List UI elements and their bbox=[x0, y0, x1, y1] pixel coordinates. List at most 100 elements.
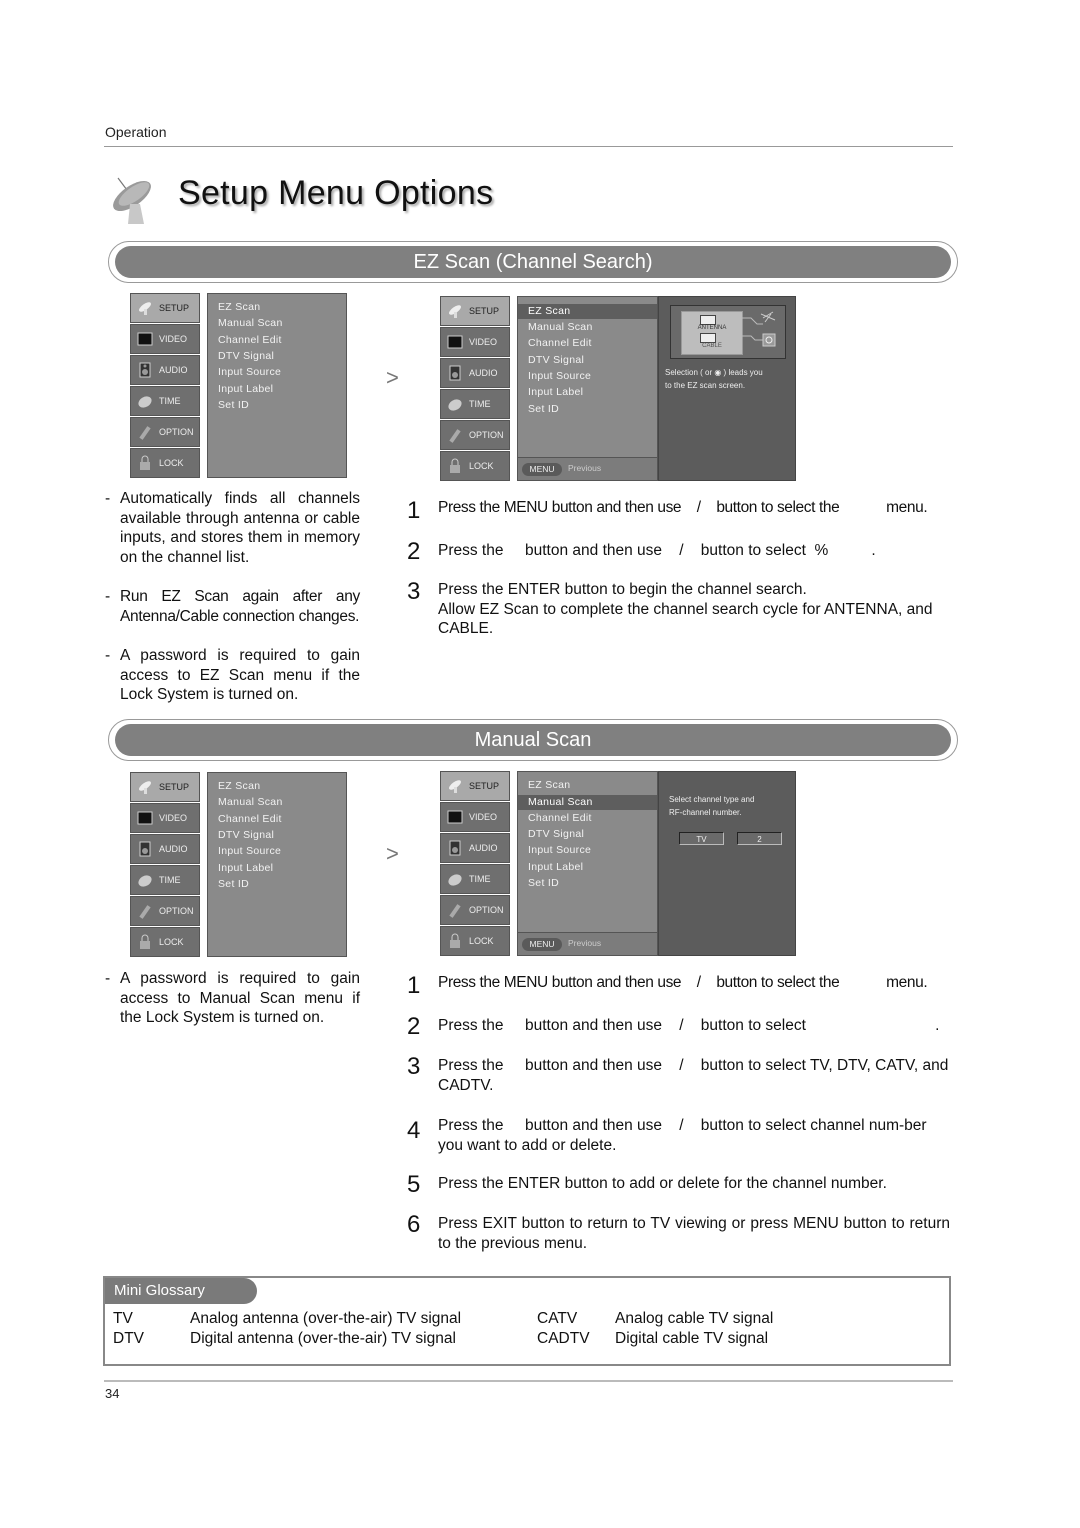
ez-note-1: - Automatically finds all channels availa… bbox=[105, 490, 360, 566]
menu-item-input-label[interactable]: Input Label bbox=[528, 861, 583, 873]
sidebar-item-time[interactable]: TIME bbox=[440, 389, 510, 419]
manual-step-text: Press EXIT button to return to TV viewin… bbox=[438, 1215, 950, 1252]
menu-item-set-id[interactable]: Set ID bbox=[218, 399, 249, 411]
tv-icon bbox=[447, 810, 463, 824]
sidebar-item-audio[interactable]: AUDIO bbox=[440, 358, 510, 388]
satellite-dish-icon bbox=[113, 177, 151, 224]
menu-item-channel-edit[interactable]: Channel Edit bbox=[528, 337, 592, 349]
sidebar-item-option[interactable]: OPTION bbox=[130, 896, 200, 926]
menu-item-input-label[interactable]: Input Label bbox=[218, 862, 273, 874]
channel-number-field[interactable]: 2 bbox=[737, 832, 782, 845]
glossary-definition: Analog cable TV signal bbox=[615, 1310, 774, 1327]
menu-item-dtv-signal[interactable]: DTV Signal bbox=[218, 829, 274, 841]
menu-item-channel-edit[interactable]: Channel Edit bbox=[528, 812, 592, 824]
sidebar-item-time[interactable]: TIME bbox=[130, 865, 200, 895]
ez-left-setup-menu: EZ Scan Manual Scan Channel Edit DTV Sig… bbox=[207, 293, 347, 478]
sidebar-item-lock[interactable]: LOCK bbox=[130, 927, 200, 957]
sidebar-item-audio[interactable]: AUDIO bbox=[130, 355, 200, 385]
dish-icon bbox=[449, 305, 461, 318]
mini-glossary: Mini Glossary TV Analog antenna (over-th… bbox=[103, 1276, 951, 1366]
menu-item-channel-edit[interactable]: Channel Edit bbox=[218, 813, 282, 825]
menu-item-input-source[interactable]: Input Source bbox=[528, 844, 591, 856]
menu-item-ez-scan[interactable]: EZ Scan bbox=[528, 779, 570, 791]
glossary-definition: Analog antenna (over-the-air) TV signal bbox=[190, 1310, 462, 1327]
sidebar-item-lock[interactable]: LOCK bbox=[440, 926, 510, 956]
sidebar-item-setup[interactable]: SETUP bbox=[130, 293, 200, 323]
next-arrow-icon: > bbox=[386, 841, 399, 866]
menu-item-input-label[interactable]: Input Label bbox=[218, 383, 273, 395]
menu-item-dtv-signal[interactable]: DTV Signal bbox=[528, 354, 584, 366]
sidebar-item-video[interactable]: VIDEO bbox=[440, 327, 510, 357]
menu-item-input-label[interactable]: Input Label bbox=[528, 386, 583, 398]
sidebar-item-audio[interactable]: AUDIO bbox=[440, 833, 510, 863]
dish-icon bbox=[449, 780, 461, 793]
sidebar-item-setup[interactable]: SETUP bbox=[130, 772, 200, 802]
glossary-term: TV bbox=[113, 1310, 133, 1327]
clock-icon bbox=[138, 396, 152, 408]
menu-item-set-id[interactable]: Set ID bbox=[528, 403, 559, 415]
menu-item-ez-scan[interactable]: EZ Scan bbox=[218, 301, 260, 313]
manual-step-number: 5 bbox=[407, 1171, 421, 1198]
clock-icon bbox=[448, 399, 462, 411]
ez-scan-banner: EZ Scan (Channel Search) bbox=[108, 241, 958, 283]
sidebar-item-video[interactable]: VIDEO bbox=[440, 802, 510, 832]
menu-item-input-source[interactable]: Input Source bbox=[528, 370, 591, 382]
previous-label: Previous bbox=[568, 938, 602, 948]
ez-scan-heading: EZ Scan (Channel Search) bbox=[115, 246, 951, 278]
ez-info-line-2: to the EZ scan screen. bbox=[665, 381, 746, 390]
tv-icon bbox=[137, 332, 153, 346]
sidebar-item-lock[interactable]: LOCK bbox=[130, 448, 200, 478]
menu-item-manual-scan-selected[interactable]: Manual Scan bbox=[518, 795, 657, 810]
clock-icon bbox=[448, 874, 462, 886]
sidebar-item-setup[interactable]: SETUP bbox=[440, 296, 510, 326]
manual-scan-heading: Manual Scan bbox=[115, 724, 951, 756]
menu-item-ez-scan-selected[interactable]: EZ Scan bbox=[518, 304, 657, 319]
tv-icon bbox=[137, 811, 153, 825]
menu-item-set-id[interactable]: Set ID bbox=[528, 877, 559, 889]
cable-connector-icon bbox=[700, 333, 716, 343]
sidebar-item-time[interactable]: TIME bbox=[130, 386, 200, 416]
menu-footer: MENU Previous bbox=[518, 457, 657, 480]
sidebar-item-video[interactable]: VIDEO bbox=[130, 324, 200, 354]
menu-item-dtv-signal[interactable]: DTV Signal bbox=[528, 828, 584, 840]
manual-step-text: Press the ENTER button to add or delete … bbox=[438, 1175, 887, 1192]
lock-icon bbox=[450, 458, 460, 473]
sidebar-item-option[interactable]: OPTION bbox=[440, 420, 510, 450]
speaker-icon bbox=[449, 840, 461, 856]
sidebar-item-video[interactable]: VIDEO bbox=[130, 803, 200, 833]
menu-item-set-id[interactable]: Set ID bbox=[218, 878, 249, 890]
sidebar-item-option[interactable]: OPTION bbox=[440, 895, 510, 925]
lock-icon bbox=[450, 933, 460, 948]
bottom-divider bbox=[104, 1380, 953, 1382]
sidebar-item-option[interactable]: OPTION bbox=[130, 417, 200, 447]
menu-item-ez-scan[interactable]: EZ Scan bbox=[218, 780, 260, 792]
manual-step-number: 6 bbox=[407, 1211, 421, 1238]
sidebar-item-audio[interactable]: AUDIO bbox=[130, 834, 200, 864]
connection-diagram: ANTENNA CABLE bbox=[670, 305, 786, 359]
connector-box: ANTENNA CABLE bbox=[681, 311, 743, 355]
menu-button[interactable]: MENU bbox=[522, 938, 562, 951]
ez-info-line-1: Selection ( or ◉ ) leads you bbox=[665, 368, 763, 377]
menu-button[interactable]: MENU bbox=[522, 463, 562, 476]
sidebar-item-setup[interactable]: SETUP bbox=[440, 771, 510, 801]
ez-right-sidebar: SETUP VIDEO AUDIO TIME OPTION LOCK bbox=[440, 296, 512, 481]
ez-note-3: - A password is required to gain access … bbox=[105, 647, 360, 703]
manual-step-text: Press the button and then use / button t… bbox=[438, 1017, 940, 1034]
menu-item-input-source[interactable]: Input Source bbox=[218, 845, 281, 857]
menu-item-dtv-signal[interactable]: DTV Signal bbox=[218, 350, 274, 362]
menu-item-input-source[interactable]: Input Source bbox=[218, 366, 281, 378]
manual-note-1: - A password is required to gain access … bbox=[105, 970, 360, 1026]
menu-item-manual-scan[interactable]: Manual Scan bbox=[218, 796, 283, 808]
manual-left-setup-menu: EZ Scan Manual Scan Channel Edit DTV Sig… bbox=[207, 772, 347, 957]
sidebar-item-time[interactable]: TIME bbox=[440, 864, 510, 894]
manual-step-text: Press the MENU button and then use / but… bbox=[438, 974, 928, 991]
lock-icon bbox=[140, 934, 150, 949]
channel-type-field[interactable]: TV bbox=[679, 832, 724, 845]
menu-item-manual-scan[interactable]: Manual Scan bbox=[218, 317, 283, 329]
speaker-icon bbox=[449, 365, 461, 381]
sidebar-item-lock[interactable]: LOCK bbox=[440, 451, 510, 481]
menu-item-channel-edit[interactable]: Channel Edit bbox=[218, 334, 282, 346]
manual-scan-banner: Manual Scan bbox=[108, 719, 958, 761]
ez-step-text: Press the ENTER button to begin the chan… bbox=[438, 581, 933, 637]
menu-item-manual-scan[interactable]: Manual Scan bbox=[528, 321, 593, 333]
